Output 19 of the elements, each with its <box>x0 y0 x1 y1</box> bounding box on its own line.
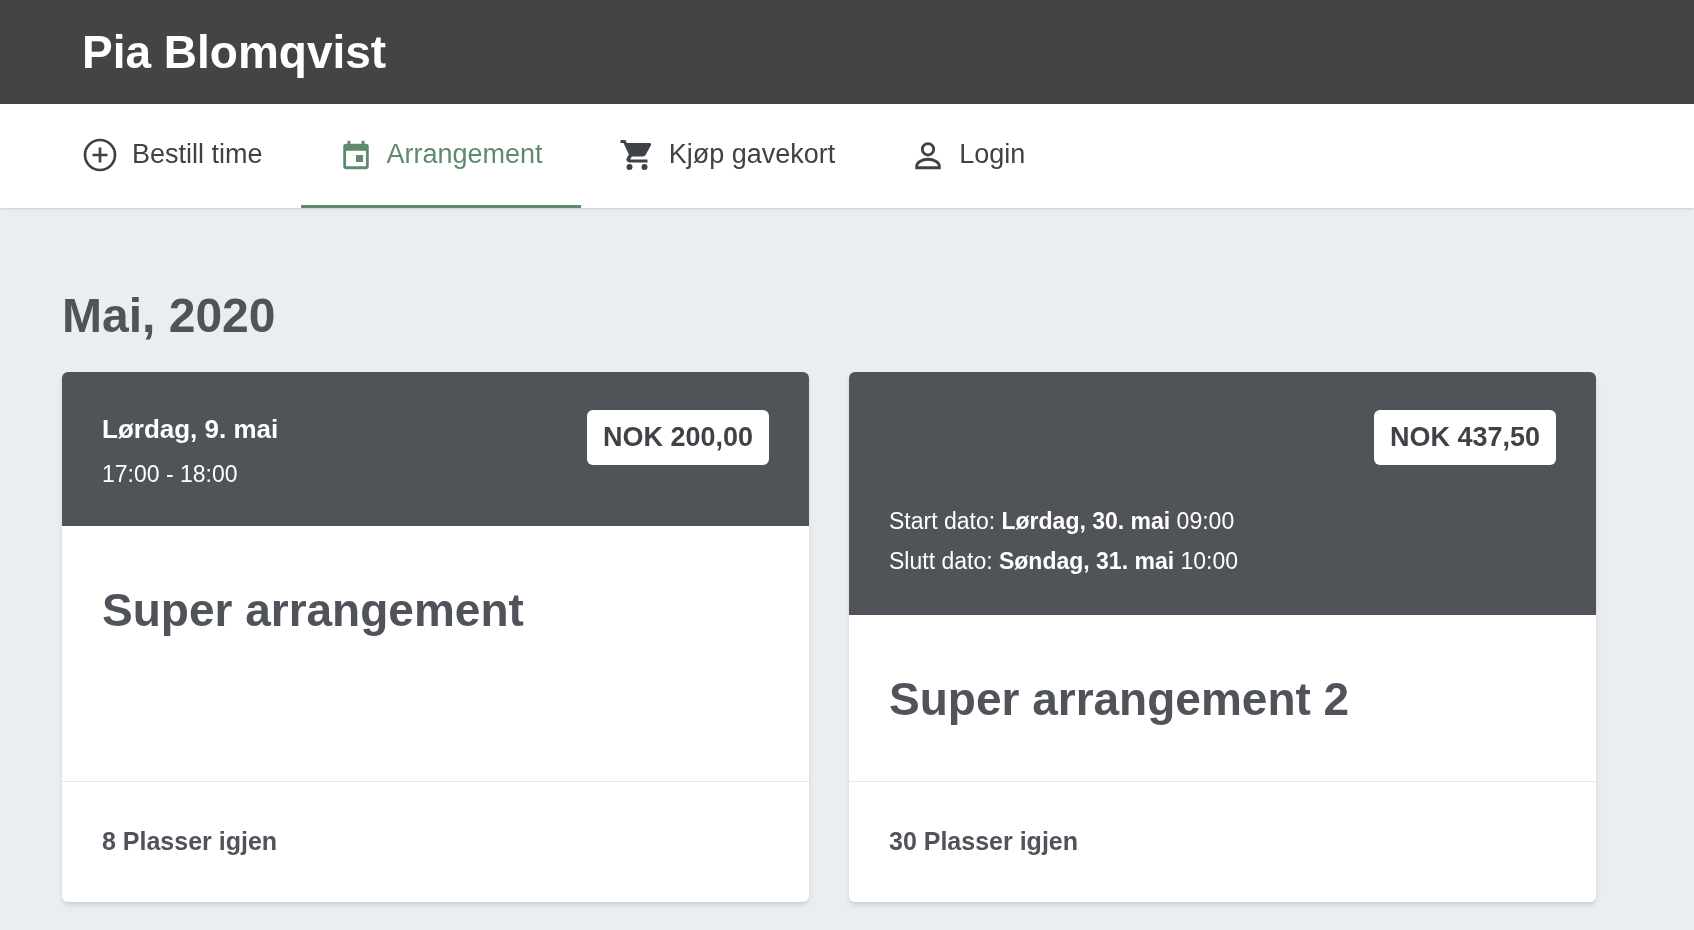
site-title: Pia Blomqvist <box>82 24 387 80</box>
nav-tab[interactable]: Bestill time <box>44 104 301 208</box>
plus-circle-icon <box>82 136 118 173</box>
event-title: Super arrangement <box>102 582 525 638</box>
nav-tab[interactable]: Login <box>873 104 1064 208</box>
event-date: Lørdag, 9. mai <box>102 413 279 446</box>
price-tag: NOK 200,00 <box>586 410 769 465</box>
start-date: Start dato: Lørdag, 30. mai 09:00 <box>889 506 1236 536</box>
spots-left: 30 Plasser igjen <box>889 826 1078 858</box>
month-heading: Mai, 2020 <box>62 288 277 344</box>
spots-left: 8 Plasser igjen <box>102 826 278 858</box>
nav-tab[interactable]: Arrangement <box>300 104 581 208</box>
event-time: 17:00 - 18:00 <box>102 460 239 489</box>
event-title: Super arrangement 2 <box>889 671 1351 727</box>
end-date: Slutt dato: Søndag, 31. mai 10:00 <box>889 546 1240 576</box>
price-tag: NOK 437,50 <box>1373 410 1556 465</box>
event-card[interactable]: Lørdag, 9. mai 17:00 - 18:00 NOK 200,00 Super arrangement 8 Plasser igjen <box>62 372 809 902</box>
nav-tab[interactable]: Kjøp gavekort <box>580 104 874 208</box>
event-card[interactable]: NOK 437,50 Start dato: Lørdag, 30. mai 09:00 Slutt dato: Søndag, 31. mai 10:00 Super arrangement 2 30 Plasser igjen <box>849 372 1596 902</box>
